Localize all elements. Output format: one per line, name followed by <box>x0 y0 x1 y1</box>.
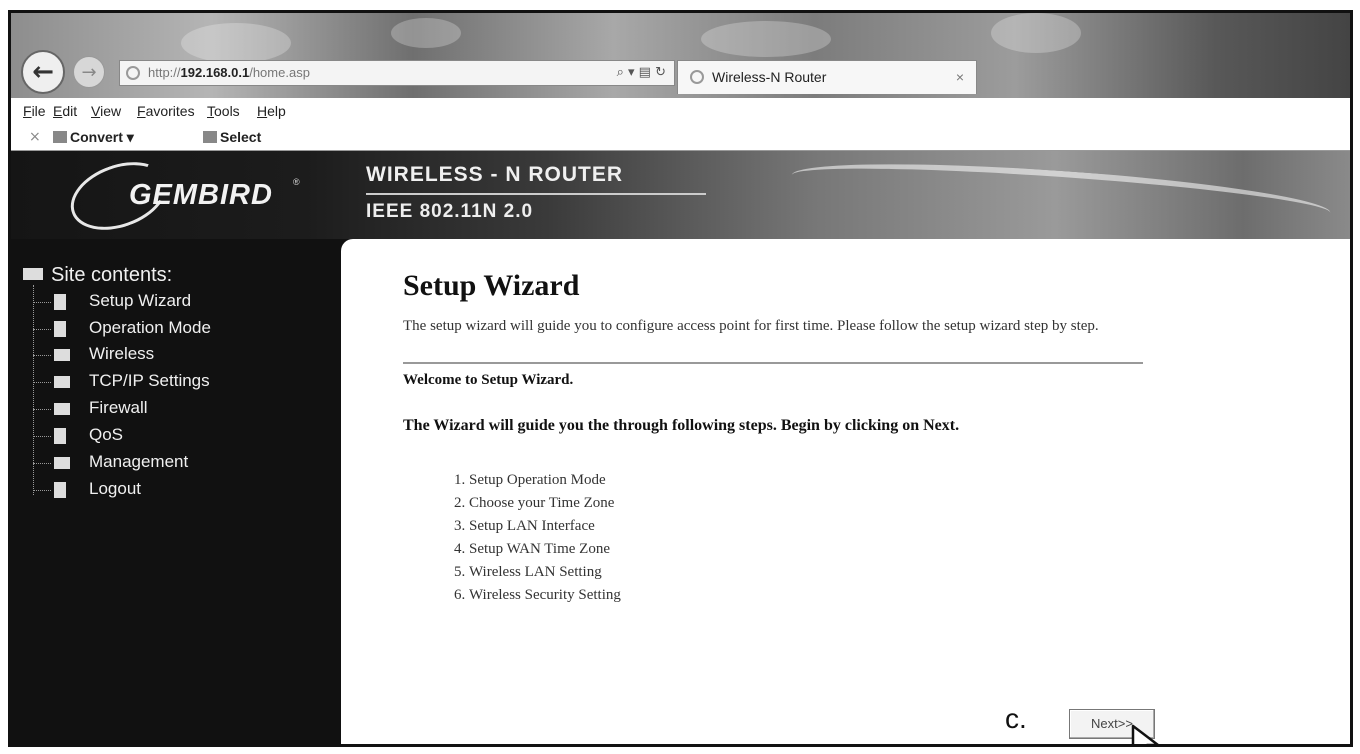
list-item: Wireless Security Setting <box>469 584 621 607</box>
guide-text: The Wizard will guide you the through fo… <box>403 417 960 434</box>
sidebar-item-wireless[interactable]: Wireless <box>33 343 333 369</box>
address-url: http://192.168.0.1/home.asp <box>148 65 310 80</box>
mouse-pointer-icon <box>1131 724 1159 744</box>
gembird-logo: GEMBIRD ® <box>61 149 311 243</box>
router-title: WIRELESS - N ROUTER <box>366 163 624 186</box>
sidebar-item-operation-mode[interactable]: Operation Mode <box>33 317 333 343</box>
menu-bar: File Edit View Favorites Tools Help <box>11 98 1350 126</box>
ie-tab-icon <box>690 70 704 84</box>
convert-icon <box>53 131 67 143</box>
tab-close-icon[interactable]: × <box>956 61 964 93</box>
welcome-text: Welcome to Setup Wizard. <box>403 372 574 388</box>
router-banner: GEMBIRD ® WIRELESS - N ROUTER IEEE 802.1… <box>11 149 1350 243</box>
select-icon <box>203 131 217 143</box>
page-icon <box>54 428 66 444</box>
select-button[interactable]: Select <box>203 129 261 145</box>
convert-button[interactable]: Convert ▾ <box>53 129 134 146</box>
arrow-left-icon: ← <box>32 57 54 87</box>
banner-divider <box>366 193 706 195</box>
intro-text: The setup wizard will guide you to confi… <box>403 318 1099 334</box>
list-item: Choose your Time Zone <box>469 492 621 515</box>
back-button[interactable]: ← <box>21 50 65 94</box>
browser-window: ← → http://192.168.0.1/home.asp ⌕ ▾ ▤ ↻ … <box>8 10 1353 747</box>
list-item: Setup WAN Time Zone <box>469 538 621 561</box>
browser-title-bar: ← → http://192.168.0.1/home.asp ⌕ ▾ ▤ ↻ … <box>11 13 1350 98</box>
page-icon <box>54 482 66 498</box>
sidebar-item-logout[interactable]: Logout <box>33 478 333 504</box>
content-panel: Setup Wizard The setup wizard will guide… <box>341 239 1350 744</box>
step-annotation: c. <box>1005 703 1027 734</box>
chevron-down-icon: ▾ <box>126 129 134 145</box>
menu-help[interactable]: Help <box>257 103 286 119</box>
page-icon <box>54 294 66 310</box>
menu-file[interactable]: File <box>23 103 46 119</box>
sidebar-item-management[interactable]: Management <box>33 451 333 477</box>
tab-title: Wireless-N Router <box>712 69 827 85</box>
folder-icon <box>54 349 70 361</box>
router-page: GEMBIRD ® WIRELESS - N ROUTER IEEE 802.1… <box>11 149 1350 744</box>
ie-page-icon <box>126 66 140 80</box>
sidebar-item-qos[interactable]: QoS <box>33 424 333 450</box>
list-item: Setup Operation Mode <box>469 469 621 492</box>
forward-button[interactable]: → <box>73 56 105 88</box>
sidebar-item-tcpip-settings[interactable]: TCP/IP Settings <box>33 370 333 396</box>
computer-icon <box>23 268 43 280</box>
close-toolbar-icon[interactable]: × <box>29 129 41 145</box>
folder-icon <box>54 376 70 388</box>
menu-edit[interactable]: Edit <box>53 103 77 119</box>
browser-tab[interactable]: Wireless-N Router × <box>677 60 977 94</box>
arrow-right-icon: → <box>81 61 97 83</box>
folder-icon <box>54 403 70 415</box>
site-contents-root[interactable]: Site contents: <box>23 264 172 287</box>
address-tools-icons[interactable]: ⌕ ▾ ▤ ↻ <box>617 61 666 85</box>
menu-favorites[interactable]: Favorites <box>137 103 195 119</box>
sidebar-item-setup-wizard[interactable]: Setup Wizard <box>33 290 333 316</box>
steps-list: Setup Operation Mode Choose your Time Zo… <box>441 469 621 607</box>
divider <box>403 362 1143 364</box>
page-icon <box>54 321 66 337</box>
menu-tools[interactable]: Tools <box>207 103 240 119</box>
menu-view[interactable]: View <box>91 103 121 119</box>
router-subtitle: IEEE 802.11N 2.0 <box>366 201 534 222</box>
folder-icon <box>54 457 70 469</box>
command-toolbar: × Convert ▾ Select <box>11 126 1350 151</box>
sidebar-item-firewall[interactable]: Firewall <box>33 397 333 423</box>
site-tree: Site contents: Setup Wizard Operation Mo… <box>11 239 341 744</box>
list-item: Setup LAN Interface <box>469 515 621 538</box>
page-title: Setup Wizard <box>403 269 580 302</box>
address-bar[interactable]: http://192.168.0.1/home.asp ⌕ ▾ ▤ ↻ <box>119 60 675 86</box>
list-item: Wireless LAN Setting <box>469 561 621 584</box>
